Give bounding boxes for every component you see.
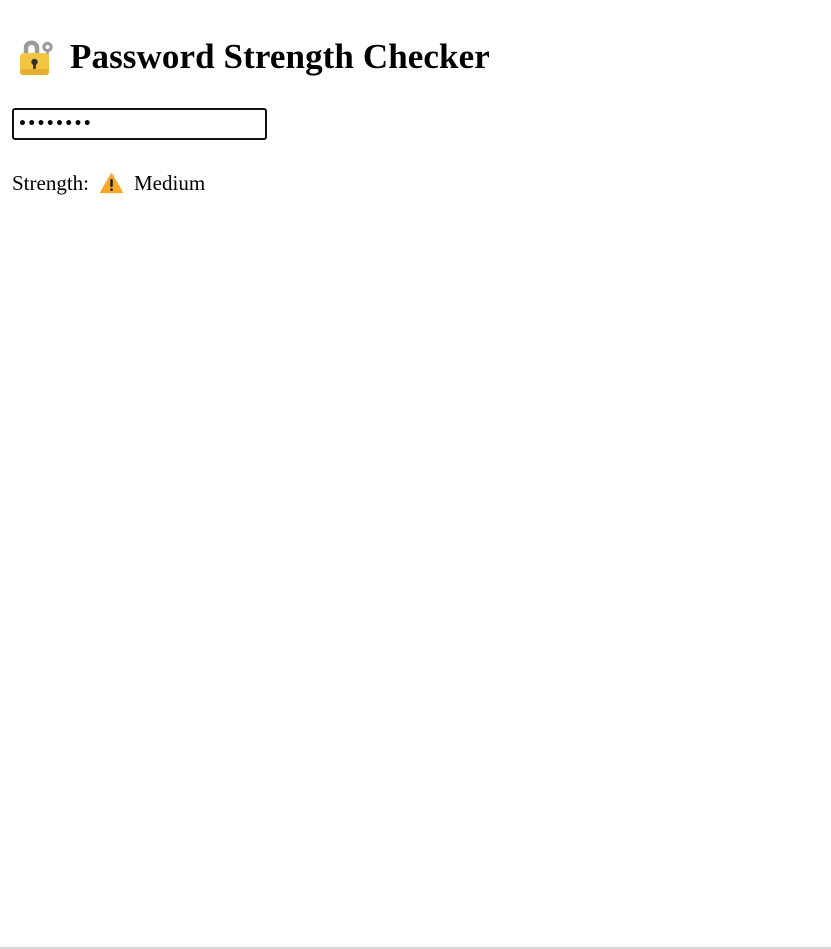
- page-title: Password Strength Checker: [70, 37, 490, 76]
- page-header: Password Strength Checker: [16, 35, 490, 79]
- password-input[interactable]: [12, 108, 267, 140]
- warning-icon: [99, 171, 124, 195]
- strength-label: Strength:: [12, 171, 89, 195]
- password-strength-page: Password Strength Checker Strength: Medi…: [0, 0, 831, 947]
- padlock-with-key-icon: [16, 37, 58, 77]
- strength-result: Strength: Medium: [12, 168, 205, 198]
- strength-value: Medium: [134, 171, 206, 195]
